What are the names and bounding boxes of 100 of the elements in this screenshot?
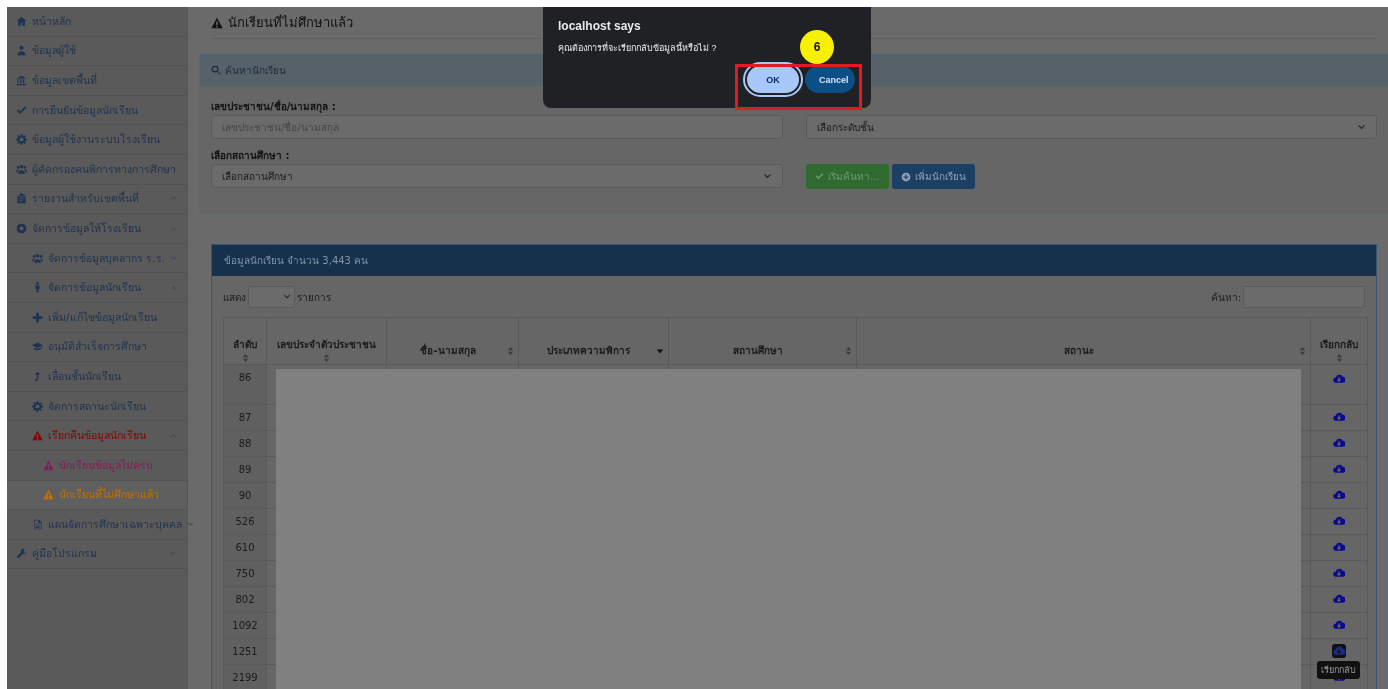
plus-icon [32,311,43,323]
sidebar-item[interactable]: ผู้คัดกรองคนพิการทางการศึกษา [7,154,187,185]
sidebar-item[interactable]: ข้อมูลเขตพื้นที่ [7,66,187,96]
column-header[interactable]: ชื่อ-นามสกุล [386,317,519,365]
chevron-down-icon [283,293,291,301]
sidebar-item[interactable]: นักเรียนที่ไม่ศึกษาแล้ว [7,480,187,511]
table-cell: 86 [223,364,267,405]
chevron-down-icon [187,520,194,528]
cancel-button[interactable]: Cancel [805,66,855,93]
recall-button[interactable] [1332,372,1346,386]
tooltip: เรียกกลับ [1317,661,1360,679]
panel-title: ข้อมูลนักเรียน จำนวน 3,443 คน [224,254,369,268]
sidebar-item[interactable]: เรียกคืนข้อมูลนักเรียน [7,421,187,451]
sidebar-item[interactable]: จัดการข้อมูลให้โรงเรียน [7,214,187,244]
sidebar-item[interactable]: จัดการข้อมูลบุคลากร ร.ร. [7,243,187,274]
gear-icon [16,134,27,146]
table-cell: 89 [223,456,267,483]
sidebar-item[interactable]: การยืนยันข้อมูลนักเรียน [7,95,187,126]
cloud-download-icon [1333,515,1345,527]
add-student-button[interactable]: เพิ่มนักเรียน [891,164,975,189]
recall-button[interactable] [1332,410,1346,424]
cloud-download-icon [1333,411,1345,423]
sort-icon [323,354,330,362]
person-icon [32,282,43,294]
chevron-down-icon [170,550,177,558]
sidebar-item[interactable]: ข้อมูลผู้ใช้งานระบบโรงเรียน [7,125,187,155]
column-header[interactable]: ประเภทความพิการ [518,317,669,365]
building-icon [16,75,27,86]
field-label: เลือกสถานศึกษา : [211,148,290,163]
users-icon [16,163,27,175]
recall-button[interactable] [1332,566,1346,580]
search-button[interactable]: เริ่มค้นหา... [806,164,889,189]
sort-icon [507,346,514,355]
user-icon [16,45,27,57]
search-label: ค้นหา: [1210,290,1241,305]
recall-button[interactable] [1332,618,1346,632]
table-cell: 1092 [223,612,267,639]
sidebar-item[interactable]: คู่มือโปรแกรม [7,539,187,570]
column-header[interactable]: สถานะ [856,317,1311,365]
recall-button[interactable] [1332,462,1346,476]
sidebar-item[interactable]: รายงานสำหรับเขตพื้นที่ [7,184,187,215]
column-header[interactable]: สถานศึกษา [668,317,857,365]
sidebar-item[interactable]: ข้อมูลผู้ใช้ [7,36,187,67]
wrench-icon [16,548,27,560]
cloud-download-icon [1333,373,1345,385]
sidebar-item[interactable]: หน้าหลัก [7,7,187,37]
sidebar-item[interactable]: จัดการสถานะนักเรียน [7,391,187,422]
document-icon [32,518,43,530]
table-cell: 750 [223,560,267,587]
cloud-download-icon [1333,437,1345,449]
show-label: แสดง [223,290,246,305]
recall-button[interactable] [1332,592,1346,606]
graduation-cap-icon [32,341,43,353]
sidebar-item[interactable]: แผนจัดการศึกษาเฉพาะบุคคล [7,510,187,540]
chevron-down-icon [170,195,177,203]
column-header[interactable]: ลำดับ [223,317,267,365]
recall-button[interactable] [1332,514,1346,528]
table-cell: 526 [223,508,267,535]
table-cell: 90 [223,482,267,509]
lifebuoy-icon [16,222,27,234]
sidebar-item[interactable]: จัดการข้อมูลนักเรียน [7,273,187,303]
sidebar-item[interactable]: นักเรียนข้อมูลไม่ครบ [7,450,187,481]
recall-button[interactable] [1332,488,1346,502]
cloud-download-icon [1333,645,1345,657]
sidebar-item[interactable]: เลื่อนชั้นนักเรียน [7,362,187,392]
table-cell: 802 [223,586,267,613]
column-header[interactable]: เรียกกลับ [1310,317,1368,365]
cloud-download-icon [1333,489,1345,501]
sidebar-item[interactable]: เพิ่ม/แก้ไขข้อมูลนักเรียน [7,302,187,333]
warning-icon [43,459,54,471]
chevron-up-icon [170,284,177,292]
table-cell: 87 [223,404,267,431]
chevron-down-icon [170,254,177,262]
school-select[interactable]: เลือกสถานศึกษา [211,164,783,188]
gear-icon [32,400,43,412]
check-icon [16,104,27,116]
dialog-title: localhost says [558,19,642,33]
clipboard-icon [16,193,27,205]
search-icon [211,65,221,75]
sidebar-item[interactable]: อนุมัติสำเร็จการศึกษา [7,332,187,363]
sort-icon [1299,346,1306,355]
table-cell: 88 [223,430,267,457]
column-header[interactable]: เลขประจำตัวประชาชน [266,317,387,365]
chevron-down-icon [1357,122,1366,132]
chevron-up-icon [170,432,177,440]
sort-down-icon [656,346,664,355]
recall-button[interactable] [1332,644,1346,658]
cloud-download-icon [1333,593,1345,605]
recall-button[interactable] [1332,540,1346,554]
chevron-down-icon [763,171,772,181]
field-label: เลขประชาชน/ชื่อ/นามสกุล : [211,98,336,114]
check-icon [815,172,824,181]
recall-button[interactable] [1332,436,1346,450]
cloud-download-icon [1333,567,1345,579]
users-icon [32,252,43,264]
page-title: นักเรียนที่ไม่ศึกษาแล้ว [228,13,353,32]
table-cell: 1251 [223,638,267,665]
grade-select[interactable]: เลือกระดับชั้น [806,115,1377,139]
sort-icon [845,346,852,355]
cloud-download-icon [1333,619,1345,631]
